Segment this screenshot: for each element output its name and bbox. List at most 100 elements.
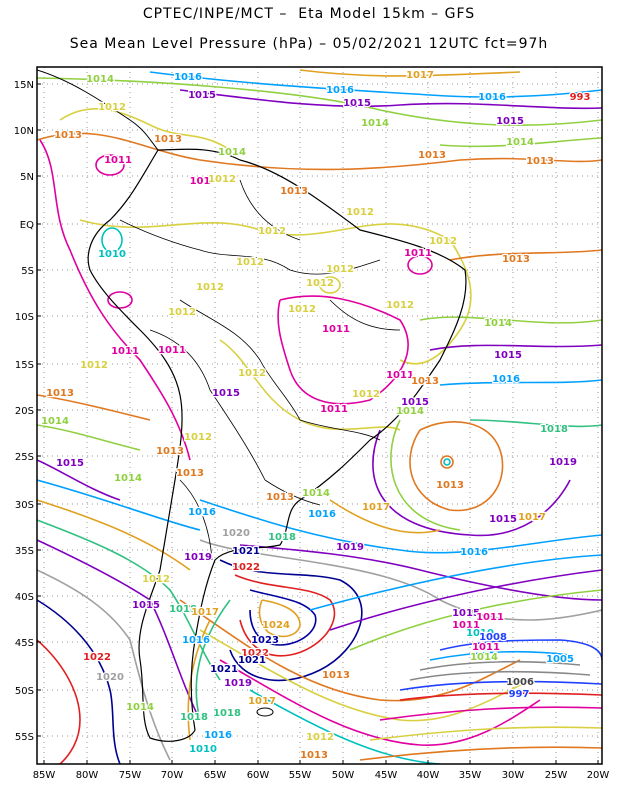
isobar-label: 993 — [570, 92, 591, 103]
isobar-label: 1013 — [300, 750, 328, 761]
isobar-label: 1016 — [182, 635, 210, 646]
isobar-label: 1013 — [156, 446, 184, 457]
isobar-label: 1016 — [492, 374, 520, 385]
isobar-label: 1016 — [188, 507, 216, 518]
isobar-label: 1013 — [418, 150, 446, 161]
isobar-label: 1014 — [506, 137, 534, 148]
isobar-label: 1015 — [343, 98, 371, 109]
lon-label: 60W — [247, 770, 270, 781]
isobar-label: 1012 — [429, 236, 457, 247]
lat-label: EQ — [20, 220, 34, 231]
lon-label: 25W — [545, 770, 568, 781]
isobar-1017 — [37, 499, 191, 571]
isobar-label: 1012 — [258, 226, 286, 237]
isobar-label: 1011 — [322, 324, 350, 335]
isobar-label: 1016 — [478, 92, 506, 103]
isobar-label: 1014 — [361, 118, 389, 129]
isobar-label: 1019 — [184, 552, 212, 563]
lat-label: 5S — [21, 266, 34, 277]
isobar-1022 — [37, 639, 81, 764]
isobar-1019 — [37, 539, 201, 721]
isobar-1016 — [439, 379, 602, 386]
lat-label: 35S — [15, 546, 34, 557]
isobar-label: 1012 — [288, 304, 316, 315]
isobar-label: 1013 — [266, 492, 294, 503]
isobar-label: 1012 — [236, 257, 264, 268]
isobar-label: 1014 — [41, 416, 69, 427]
isobar-label: 1012 — [168, 307, 196, 318]
isobar-1011 — [379, 706, 602, 721]
isobar-label: 1013 — [436, 480, 464, 491]
lon-label: 80W — [76, 770, 99, 781]
isobar-label: 1012 — [238, 368, 266, 379]
isobar-label: 1010 — [98, 249, 126, 260]
isobar-label: 1019 — [224, 678, 252, 689]
isobar-label: 1011 — [320, 404, 348, 415]
lat-label: 15N — [14, 80, 34, 91]
isobar-1018 — [469, 419, 602, 428]
isobar-label: 1012 — [306, 732, 334, 743]
lon-label: 30W — [502, 770, 525, 781]
isobar-label: 1016 — [460, 547, 488, 558]
isobar-1016 — [199, 499, 602, 554]
isobar-label: 1012 — [386, 300, 414, 311]
isobar-label: 1014 — [484, 318, 512, 329]
isobar-label: 1016 — [174, 72, 202, 83]
lon-label: 45W — [375, 770, 398, 781]
isobar-1012 — [219, 339, 401, 431]
isobar-label: 1017 — [406, 70, 434, 81]
isobar-label: 1012 — [142, 574, 170, 585]
isobar-1019 — [239, 544, 602, 601]
lon-label: 70W — [161, 770, 184, 781]
isobar-label: 1016 — [204, 730, 232, 741]
isobar-label: 1017 — [191, 607, 219, 618]
isobar-label: 1011 — [104, 155, 132, 166]
isobar-1018 — [195, 599, 231, 721]
isobar-label: 1012 — [196, 282, 224, 293]
isobar-label: 1011 — [476, 612, 504, 623]
pressure-map: 1014 1016 1015 1017 1016 1012 1015 1016 1013 1014… — [14, 66, 610, 781]
isobar-label: 1012 — [326, 264, 354, 275]
isobar-label: 1014 — [470, 652, 498, 663]
isobar-label: 1014 — [218, 147, 246, 158]
isobar-label: 1017 — [518, 512, 546, 523]
isobar-label: 1012 — [208, 174, 236, 185]
isobar-1016 — [309, 554, 602, 611]
isobar-label: 1011 — [404, 248, 432, 259]
lon-label: 40W — [417, 770, 440, 781]
lat-label: 10N — [14, 126, 34, 137]
isobar-993 — [399, 692, 602, 701]
isobar-1005 — [409, 670, 591, 681]
isobar-label: 1014 — [396, 406, 424, 417]
isobar-label: 1010 — [189, 744, 217, 755]
lat-label: 5N — [20, 172, 34, 183]
isobar-label: 997 — [509, 689, 530, 700]
isobar-1013 — [409, 421, 504, 512]
isobar-label: 1020 — [96, 672, 124, 683]
isobar-label: 1005 — [546, 654, 574, 665]
isobar-1012 — [59, 108, 231, 151]
isobar-label: 1015 — [188, 90, 216, 101]
isobar-label: 1018 — [540, 424, 568, 435]
isobar-1008 — [439, 639, 602, 661]
isobar-1013 — [359, 746, 602, 761]
isobar-label: 1013 — [176, 468, 204, 479]
falkland-islands — [256, 707, 274, 717]
lon-label: 50W — [332, 770, 355, 781]
lon-label: 35W — [459, 770, 482, 781]
isobar-label: 1014 — [126, 702, 154, 713]
isobar-label: 1015 — [494, 350, 522, 361]
country-border — [209, 389, 266, 481]
lat-label: 25S — [15, 452, 34, 463]
isobar-label: 1013 — [280, 186, 308, 197]
isobar-label: 1013 — [322, 670, 350, 681]
isobar-labels: 1014 1016 1015 1017 1016 1012 1015 1016 1013 1014… — [40, 69, 592, 762]
lon-label: 65W — [204, 770, 227, 781]
lat-label: 15S — [15, 360, 34, 371]
isobar-label: 1021 — [232, 546, 260, 557]
lat-label: 30S — [15, 500, 34, 511]
isobar-label: 1018 — [268, 532, 296, 543]
isobar-label: 1015 — [56, 458, 84, 469]
isobar-label: 1014 — [86, 74, 114, 85]
lon-label: 20W — [587, 770, 610, 781]
